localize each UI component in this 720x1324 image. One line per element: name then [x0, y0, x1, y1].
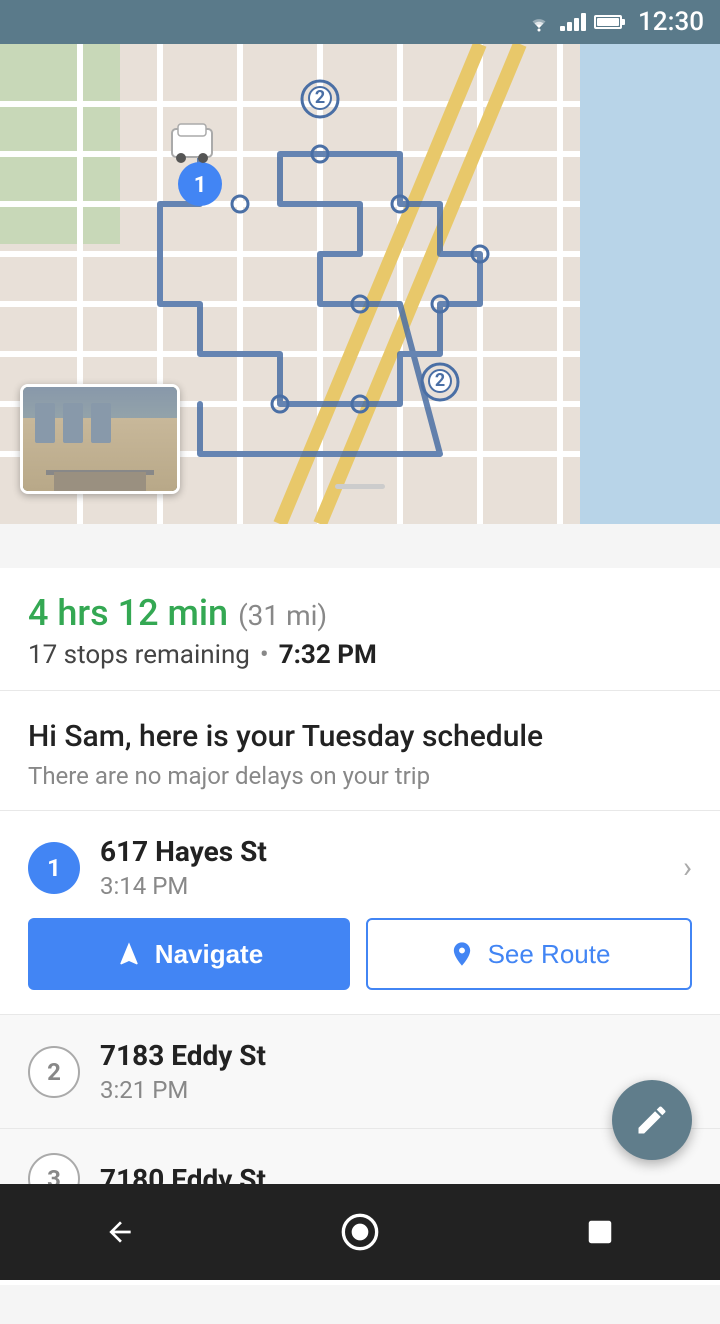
- stop-item-3: 3 7180 Eddy St: [0, 1129, 720, 1189]
- route-icon: [448, 940, 476, 968]
- status-bar: 12:30: [0, 0, 720, 44]
- signal-icon: [560, 13, 586, 31]
- trip-stops: 17 stops remaining: [28, 640, 250, 670]
- svg-text:1: 1: [194, 173, 207, 198]
- nav-home-button[interactable]: [330, 1202, 390, 1262]
- stop-2-time: 3:21 PM: [100, 1076, 692, 1104]
- home-circle-icon: [340, 1212, 380, 1252]
- nav-back-button[interactable]: [90, 1202, 150, 1262]
- battery-icon: [594, 15, 622, 29]
- status-icons: 12:30: [526, 7, 704, 37]
- stop-icon: [585, 1217, 615, 1247]
- schedule-subtitle: There are no major delays on your trip: [28, 762, 692, 790]
- stop-badge-2: 2: [28, 1046, 80, 1098]
- see-route-button[interactable]: See Route: [366, 918, 692, 990]
- edit-icon: [634, 1102, 670, 1138]
- info-panel: 4 hrs 12 min (31 mi) 17 stops remaining …: [0, 568, 720, 1285]
- map-container[interactable]: 1 2 2: [0, 44, 720, 524]
- trip-summary: 4 hrs 12 min (31 mi) 17 stops remaining …: [0, 568, 720, 691]
- stop-1-address: 617 Hayes St: [100, 835, 673, 868]
- trip-eta: 7:32 PM: [279, 640, 377, 670]
- status-time: 12:30: [638, 7, 704, 37]
- stop-1-actions: Navigate See Route: [28, 918, 692, 990]
- schedule-greeting: Hi Sam, here is your Tuesday schedule: [28, 719, 692, 754]
- bottom-navigation: [0, 1184, 720, 1280]
- stop-1-time: 3:14 PM: [100, 872, 673, 900]
- trip-duration: 4 hrs 12 min: [28, 592, 228, 634]
- svg-text:2: 2: [435, 370, 445, 391]
- nav-stop-button[interactable]: [570, 1202, 630, 1262]
- svg-text:2: 2: [315, 87, 325, 108]
- stop-badge-1: 1: [28, 842, 80, 894]
- stop-1-chevron[interactable]: ›: [683, 850, 692, 885]
- see-route-label: See Route: [488, 939, 611, 970]
- edit-fab[interactable]: [612, 1080, 692, 1160]
- schedule-header: Hi Sam, here is your Tuesday schedule Th…: [0, 691, 720, 811]
- stop-1-info: 617 Hayes St 3:14 PM: [100, 835, 673, 900]
- stop-2-info: 7183 Eddy St 3:21 PM: [100, 1039, 692, 1104]
- street-photo-thumbnail[interactable]: [20, 384, 180, 494]
- stop-item-1: 1 617 Hayes St 3:14 PM › Navigate See Ro…: [0, 811, 720, 1015]
- navigate-label: Navigate: [155, 939, 263, 970]
- wifi-icon: [526, 12, 552, 32]
- navigate-icon: [115, 940, 143, 968]
- drag-handle[interactable]: [335, 484, 385, 489]
- trip-distance: (31 mi): [238, 599, 327, 632]
- back-icon: [104, 1216, 136, 1248]
- bullet-separator: •: [260, 640, 269, 670]
- stop-2-address: 7183 Eddy St: [100, 1039, 692, 1072]
- navigate-button[interactable]: Navigate: [28, 918, 350, 990]
